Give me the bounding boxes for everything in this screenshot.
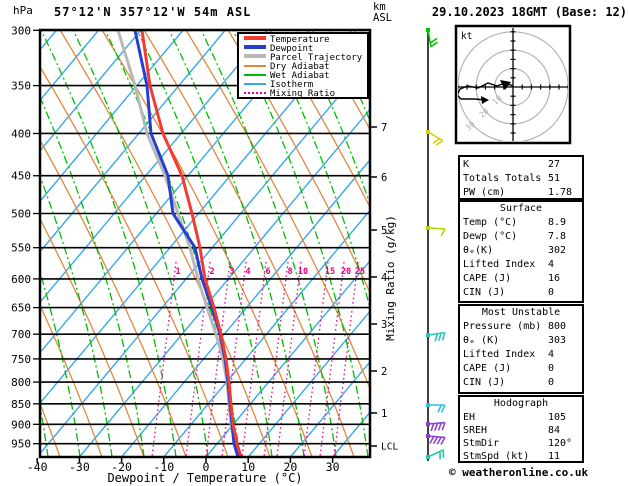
svg-text:550: 550 — [11, 242, 31, 255]
stat-row: CIN (J)0 — [460, 286, 582, 300]
svg-text:4: 4 — [245, 267, 250, 277]
svg-text:1: 1 — [381, 408, 387, 420]
svg-text:350: 350 — [11, 80, 31, 93]
stat-row: Lifted Index4 — [460, 348, 582, 362]
wind-barb — [426, 333, 445, 342]
legend-item: Mixing Ratio — [244, 90, 367, 99]
svg-text:25: 25 — [355, 267, 365, 277]
svg-text:6: 6 — [265, 267, 270, 277]
hodograph-panel: Hodograph EH105 SREH84 StmDir120° StmSpd… — [458, 395, 584, 463]
stat-row: Temp (°C)8.9 — [460, 216, 582, 230]
svg-text:7: 7 — [381, 122, 387, 134]
svg-text:1: 1 — [175, 267, 180, 277]
surface-panel-title: Surface — [460, 202, 582, 216]
svg-text:400: 400 — [11, 127, 31, 140]
stat-row: Lifted Index4 — [460, 258, 582, 272]
svg-text:600: 600 — [11, 273, 31, 286]
wet-adiabat-swatch — [244, 74, 266, 76]
svg-text:800: 800 — [11, 376, 31, 389]
copyright-credit: © weatheronline.co.uk — [449, 466, 588, 479]
dewpoint-line-swatch — [244, 45, 266, 49]
most-unstable-title: Most Unstable — [460, 306, 582, 320]
svg-text:kt: kt — [461, 31, 472, 42]
stat-row: CAPE (J)0 — [460, 362, 582, 376]
temperature-line-swatch — [244, 36, 266, 40]
svg-text:-40: -40 — [27, 460, 48, 474]
svg-text:950: 950 — [11, 438, 31, 451]
stat-row: EH105 — [460, 411, 582, 424]
svg-text:2: 2 — [209, 267, 214, 277]
dry-adiabat-swatch — [244, 65, 266, 67]
surface-panel: Surface Temp (°C)8.9 Dewp (°C)7.8 θₑ(K)3… — [458, 200, 584, 303]
stat-row: θₑ (K)303 — [460, 334, 582, 348]
svg-text:750: 750 — [11, 353, 31, 366]
parcel-line-swatch — [244, 54, 266, 58]
svg-text:850: 850 — [11, 398, 31, 411]
hodograph: 102030kt — [456, 26, 570, 143]
svg-text:300: 300 — [11, 24, 31, 37]
stat-row: Pressure (mb)800 — [460, 320, 582, 334]
stat-row: CIN (J)0 — [460, 376, 582, 390]
svg-text:450: 450 — [11, 170, 31, 183]
mixing-ratio-swatch — [244, 92, 266, 94]
svg-text:10: 10 — [298, 267, 308, 277]
isotherm-swatch — [244, 83, 266, 85]
svg-text:3: 3 — [229, 267, 234, 277]
stat-row: PW (cm)1.78 — [460, 186, 582, 200]
svg-text:700: 700 — [11, 328, 31, 341]
stat-row: CAPE (J)16 — [460, 272, 582, 286]
stat-row: θₑ(K)302 — [460, 244, 582, 258]
svg-text:8: 8 — [287, 267, 292, 277]
svg-text:650: 650 — [11, 302, 31, 315]
wind-barb — [426, 226, 445, 236]
legend-label: Mixing Ratio — [270, 89, 335, 99]
stat-row: SREH84 — [460, 424, 582, 437]
hodograph-panel-title: Hodograph — [460, 397, 582, 411]
svg-text:20: 20 — [341, 267, 351, 277]
svg-text:500: 500 — [11, 208, 31, 221]
svg-text:15: 15 — [325, 267, 335, 277]
svg-text:900: 900 — [11, 418, 31, 431]
wind-barb-column — [426, 28, 445, 461]
legend: Temperature Dewpoint Parcel Trajectory D… — [237, 32, 369, 99]
stat-row: Totals Totals51 — [460, 172, 582, 186]
stat-row: StmSpd (kt)11 — [460, 450, 582, 463]
svg-text:LCL: LCL — [381, 442, 398, 453]
wind-barb — [426, 422, 445, 431]
wind-barb — [426, 434, 445, 444]
mixing-ratio-axis-title: Mixing Ratio (g/kg) — [384, 183, 398, 373]
stat-row: StmDir120° — [460, 437, 582, 450]
skewt-sounding-page: hPa 57°12'N 357°12'W 54m ASL km ASL 29.1… — [0, 0, 629, 486]
x-axis-title: Dewpoint / Temperature (°C) — [60, 471, 350, 485]
stat-row: K27 — [460, 158, 582, 172]
wind-barb — [426, 403, 445, 412]
stat-row: Dewp (°C)7.8 — [460, 230, 582, 244]
most-unstable-panel: Most Unstable Pressure (mb)800 θₑ (K)303… — [458, 304, 584, 394]
indices-panel: K27 Totals Totals51 PW (cm)1.78 — [458, 155, 584, 200]
